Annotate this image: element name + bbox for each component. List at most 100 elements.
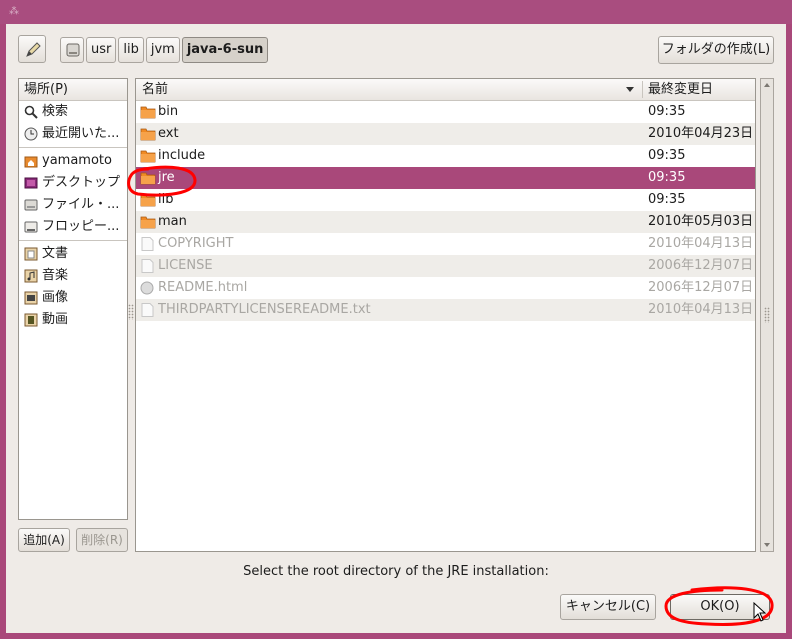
pencil-icon <box>26 42 41 57</box>
file-name: lib <box>158 192 174 207</box>
window-menu-icon[interactable]: ⁂ <box>8 6 20 18</box>
text-file-icon <box>141 303 154 317</box>
desktop-icon <box>24 177 38 189</box>
html-file-icon <box>140 281 154 295</box>
column-divider[interactable] <box>642 81 643 98</box>
file-name: man <box>158 214 187 229</box>
breadcrumb-root[interactable] <box>60 37 84 63</box>
title-bar[interactable]: ⁂ <box>0 0 792 24</box>
create-folder-button[interactable]: フォルダの作成(L) <box>658 36 774 64</box>
place-search[interactable]: 検索 <box>19 101 127 123</box>
file-modified: 09:35 <box>648 104 686 119</box>
videos-icon <box>24 313 38 327</box>
folder-icon <box>140 106 156 119</box>
pictures-icon <box>24 291 38 305</box>
file-modified: 2010年04月23日 <box>648 126 754 141</box>
places-sidebar: 場所(P) 検索 最近開いた... yamamoto デスクトップ ファイル・.… <box>18 78 128 520</box>
folder-icon <box>140 194 156 207</box>
file-name: bin <box>158 104 179 119</box>
place-floppy[interactable]: フロッピー... <box>19 216 127 238</box>
place-desktop[interactable]: デスクトップ <box>19 172 127 194</box>
place-label: 検索 <box>42 104 69 119</box>
place-label: 動画 <box>42 312 69 327</box>
scroll-grip[interactable] <box>764 307 770 323</box>
breadcrumb-java-6-sun[interactable]: java-6-sun <box>181 37 269 63</box>
folder-icon <box>140 150 156 163</box>
file-rows: bin 09:35 ext 2010年04月23日 include 09:35 jre 09:… <box>136 101 755 321</box>
place-label: フロッピー... <box>42 219 120 234</box>
file-modified: 2006年12月07日 <box>648 258 754 273</box>
place-filesystem[interactable]: ファイル・... <box>19 194 127 216</box>
add-bookmark-button[interactable]: 追加(A) <box>18 528 70 552</box>
music-icon <box>24 269 38 283</box>
place-label: デスクトップ <box>42 175 121 190</box>
file-row[interactable]: LICENSE 2006年12月07日 <box>136 255 755 277</box>
sort-descending-icon[interactable] <box>626 87 634 92</box>
file-name: COPYRIGHT <box>158 236 234 251</box>
type-location-button[interactable] <box>18 35 46 63</box>
cancel-button[interactable]: キャンセル(C) <box>560 594 656 620</box>
file-name: jre <box>158 170 175 185</box>
place-pictures[interactable]: 画像 <box>19 287 127 309</box>
text-file-icon <box>141 237 154 251</box>
file-modified: 2006年12月07日 <box>648 280 754 295</box>
place-videos[interactable]: 動画 <box>19 309 127 331</box>
file-modified: 09:35 <box>648 148 686 163</box>
file-row[interactable]: COPYRIGHT 2010年04月13日 <box>136 233 755 255</box>
file-row[interactable]: lib 09:35 <box>136 189 755 211</box>
harddisk-icon <box>66 43 80 57</box>
place-label: yamamoto <box>42 153 112 168</box>
places-separator <box>19 147 127 148</box>
dialog-prompt: Select the root directory of the JRE ins… <box>243 564 549 579</box>
file-list: 名前 最終変更日 bin 09:35 ext 2010年04月23日 include 09… <box>135 78 756 552</box>
vertical-scrollbar[interactable] <box>760 78 774 552</box>
file-modified: 2010年04月13日 <box>648 236 754 251</box>
floppy-icon <box>24 221 38 233</box>
filesystem-icon <box>24 199 38 211</box>
file-modified: 2010年05月03日 <box>648 214 754 229</box>
folder-icon <box>140 128 156 141</box>
place-label: 最近開いた... <box>42 126 120 141</box>
file-modified: 09:35 <box>648 170 686 185</box>
breadcrumb-jvm[interactable]: jvm <box>145 37 180 63</box>
file-row[interactable]: ext 2010年04月23日 <box>136 123 755 145</box>
file-modified: 09:35 <box>648 192 686 207</box>
scroll-up-arrow[interactable] <box>764 83 770 87</box>
folder-icon <box>140 216 156 229</box>
place-recent[interactable]: 最近開いた... <box>19 123 127 145</box>
file-name: ext <box>158 126 179 141</box>
file-row[interactable]: bin 09:35 <box>136 101 755 123</box>
file-row[interactable]: man 2010年05月03日 <box>136 211 755 233</box>
places-separator <box>19 240 127 241</box>
home-folder-icon <box>24 156 38 168</box>
folder-icon <box>140 172 156 185</box>
text-file-icon <box>141 259 154 273</box>
pane-resize-handle[interactable] <box>128 304 134 320</box>
file-modified: 2010年04月13日 <box>648 302 754 317</box>
file-name: LICENSE <box>158 258 213 273</box>
breadcrumb-lib[interactable]: lib <box>118 37 144 63</box>
file-row[interactable]: jre 09:35 <box>136 167 755 189</box>
search-icon <box>24 105 38 119</box>
place-label: 画像 <box>42 290 69 305</box>
breadcrumb: usr lib jvm java-6-sun <box>60 37 270 63</box>
column-modified-header[interactable]: 最終変更日 <box>648 79 713 100</box>
file-row[interactable]: README.html 2006年12月07日 <box>136 277 755 299</box>
place-label: 音楽 <box>42 268 69 283</box>
file-name: include <box>158 148 206 163</box>
file-name: README.html <box>158 280 248 295</box>
file-name: THIRDPARTYLICENSEREADME.txt <box>158 302 371 317</box>
recent-icon <box>24 127 38 141</box>
place-documents[interactable]: 文書 <box>19 243 127 265</box>
documents-icon <box>24 247 38 261</box>
column-name-header[interactable]: 名前 <box>142 79 168 100</box>
place-music[interactable]: 音楽 <box>19 265 127 287</box>
remove-bookmark-button: 削除(R) <box>76 528 128 552</box>
place-label: 文書 <box>42 246 69 261</box>
breadcrumb-usr[interactable]: usr <box>86 37 117 63</box>
file-row[interactable]: THIRDPARTYLICENSEREADME.txt 2010年04月13日 <box>136 299 755 321</box>
places-header[interactable]: 場所(P) <box>19 79 127 101</box>
place-home[interactable]: yamamoto <box>19 150 127 172</box>
file-row[interactable]: include 09:35 <box>136 145 755 167</box>
scroll-down-arrow[interactable] <box>764 543 770 547</box>
